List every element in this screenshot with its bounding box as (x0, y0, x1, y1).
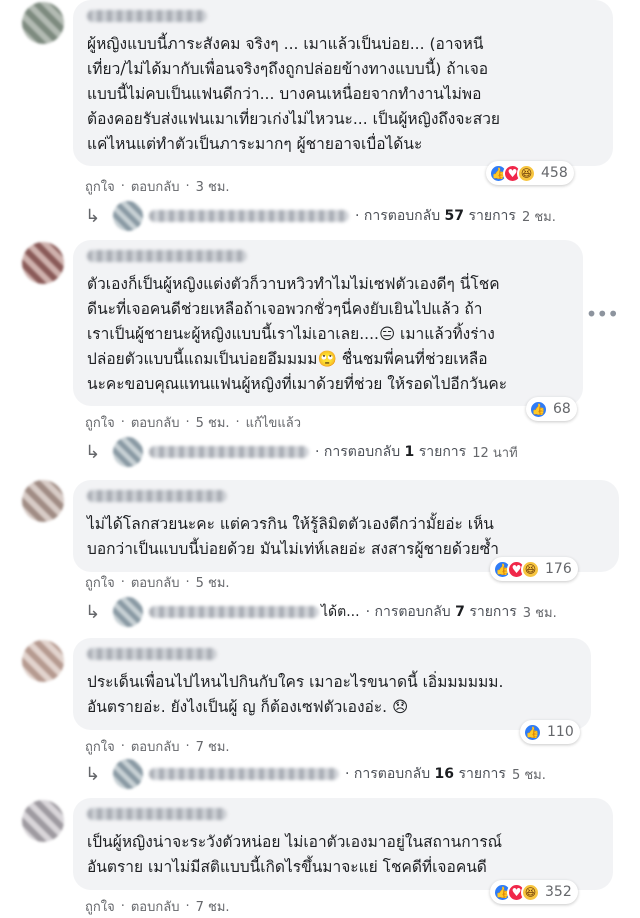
reply-button[interactable]: ตอบกลับ (131, 896, 180, 917)
separator: · (120, 899, 125, 914)
timestamp[interactable]: 7 ชม. (196, 736, 230, 757)
reply-preview (149, 768, 339, 780)
reply-preview (149, 606, 319, 618)
avatar[interactable] (22, 242, 64, 284)
reply-button[interactable]: ตอบกลับ (131, 736, 180, 757)
separator: · (235, 415, 240, 430)
reply-arrow-icon: ↳ (85, 205, 101, 227)
timestamp[interactable]: 3 ชม. (196, 176, 230, 197)
reply-button[interactable]: ตอบกลับ (131, 572, 180, 593)
haha-icon: 😆 (521, 559, 540, 579)
reaction-count: 68 (553, 401, 571, 417)
reply-avatar (113, 759, 143, 789)
comment-text: ประเด็นเพื่อนไปไหนไปกินกับใคร เมาอะไรขนา… (87, 673, 504, 716)
timestamp[interactable]: 5 ชม. (196, 412, 230, 433)
reply-summary: · การตอบกลับ 7 รายการ (365, 604, 517, 620)
like-button[interactable]: ถูกใจ (85, 176, 115, 197)
reply-arrow-icon: ↳ (85, 763, 101, 785)
author-name[interactable] (87, 250, 247, 262)
like-button[interactable]: ถูกใจ (85, 736, 115, 757)
reply-count: 1 (404, 444, 415, 460)
avatar[interactable] (22, 800, 64, 842)
more-options-icon[interactable]: ••• (586, 302, 619, 326)
comment-bubble: ตัวเองก็เป็นผู้หญิงแต่งตัวก็วาบหวิวทำไมไ… (73, 240, 583, 406)
edited-label[interactable]: แก้ไขแล้ว (246, 412, 301, 433)
reply-time: 3 ชม. (522, 605, 557, 621)
avatar[interactable] (22, 2, 64, 44)
view-replies[interactable]: ↳ · การตอบกลับ 16 รายการ 5 ชม. (85, 758, 630, 790)
haha-icon: 😆 (517, 163, 536, 183)
reply-preview (149, 210, 349, 222)
reply-time: 5 ชม. (511, 767, 546, 783)
comment-bubble: เป็นผู้หญิงน่าจะระวังตัวหน่อย ไม่เอาตัวเ… (73, 798, 613, 890)
reaction-summary[interactable]: 👍 110 (520, 720, 580, 744)
timestamp[interactable]: 5 ชม. (196, 572, 230, 593)
author-name[interactable] (87, 10, 207, 22)
view-replies[interactable]: ↳ ได้ต... · การตอบกลับ 7 รายการ 3 ชม. (85, 596, 630, 628)
like-button[interactable]: ถูกใจ (85, 412, 115, 433)
comment-bubble: ผู้หญิงแบบนี้ภาระสังคม จริงๆ ... เมาแล้ว… (73, 0, 613, 166)
reply-summary: · การตอบกลับ 1 รายการ (315, 444, 467, 460)
author-name[interactable] (87, 648, 217, 660)
reply-avatar (113, 201, 143, 231)
reply-count: 7 (455, 604, 465, 620)
author-name[interactable] (87, 808, 227, 820)
comment-actions: ถูกใจ · ตอบกลับ · 3 ชม. (85, 176, 230, 197)
reaction-summary[interactable]: 👍 68 (526, 397, 577, 421)
reaction-count: 176 (545, 561, 572, 577)
comment-text: ตัวเองก็เป็นผู้หญิงแต่งตัวก็วาบหวิวทำไมไ… (87, 275, 508, 393)
haha-icon: 😆 (521, 882, 540, 902)
reaction-count: 458 (541, 165, 568, 181)
reply-avatar (113, 437, 143, 467)
comment-text: ผู้หญิงแบบนี้ภาระสังคม จริงๆ ... เมาแล้ว… (87, 35, 500, 153)
comment-bubble: ประเด็นเพื่อนไปไหนไปกินกับใคร เมาอะไรขนา… (73, 638, 591, 730)
separator: · (185, 415, 190, 430)
reaction-count: 352 (545, 884, 572, 900)
reply-count: 16 (434, 766, 455, 782)
reply-arrow-icon: ↳ (85, 601, 101, 623)
separator: · (120, 739, 125, 754)
separator: · (185, 739, 190, 754)
reply-button[interactable]: ตอบกลับ (131, 176, 180, 197)
reply-button[interactable]: ตอบกลับ (131, 412, 180, 433)
reaction-summary[interactable]: 👍 ♥ 😆 176 (490, 557, 578, 581)
comment-text: ไม่ได้โลกสวยนะคะ แต่ควรกิน ให้รู้ลิมิตตั… (87, 515, 499, 558)
reaction-summary[interactable]: 👍 ♥ 😆 458 (486, 161, 574, 185)
comment-actions: ถูกใจ · ตอบกลับ · 7 ชม. (85, 736, 230, 757)
author-name[interactable] (87, 490, 227, 502)
reply-avatar (113, 597, 143, 627)
separator: · (185, 575, 190, 590)
like-button[interactable]: ถูกใจ (85, 572, 115, 593)
separator: · (185, 179, 190, 194)
view-replies[interactable]: ↳ · การตอบกลับ 1 รายการ 12 นาที (85, 436, 630, 468)
comment-actions: ถูกใจ · ตอบกลับ · 7 ชม. (85, 896, 230, 917)
comment-actions: ถูกใจ · ตอบกลับ · 5 ชม. · แก้ไขแล้ว (85, 412, 301, 433)
view-replies[interactable]: ↳ · การตอบกลับ 57 รายการ 2 ชม. (85, 200, 630, 232)
like-button[interactable]: ถูกใจ (85, 896, 115, 917)
like-icon: 👍 (523, 722, 542, 742)
reaction-summary[interactable]: 👍 ♥ 😆 352 (490, 880, 578, 904)
reply-count: 57 (444, 208, 465, 224)
separator: · (120, 179, 125, 194)
avatar[interactable] (22, 640, 64, 682)
reply-preview-text: ได้ต... (321, 604, 360, 620)
like-icon: 👍 (529, 399, 548, 419)
avatar[interactable] (22, 480, 64, 522)
comment-actions: ถูกใจ · ตอบกลับ · 5 ชม. (85, 572, 230, 593)
comment-text: เป็นผู้หญิงน่าจะระวังตัวหน่อย ไม่เอาตัวเ… (87, 833, 503, 876)
reply-arrow-icon: ↳ (85, 441, 101, 463)
reply-time: 12 นาที (472, 445, 518, 461)
separator: · (120, 415, 125, 430)
reply-summary: · การตอบกลับ 16 รายการ (345, 766, 506, 782)
reply-summary: · การตอบกลับ 57 รายการ (355, 208, 516, 224)
reaction-count: 110 (547, 724, 574, 740)
timestamp[interactable]: 7 ชม. (196, 896, 230, 917)
separator: · (120, 575, 125, 590)
separator: · (185, 899, 190, 914)
reply-preview (149, 446, 309, 458)
reply-time: 2 ชม. (521, 209, 556, 225)
